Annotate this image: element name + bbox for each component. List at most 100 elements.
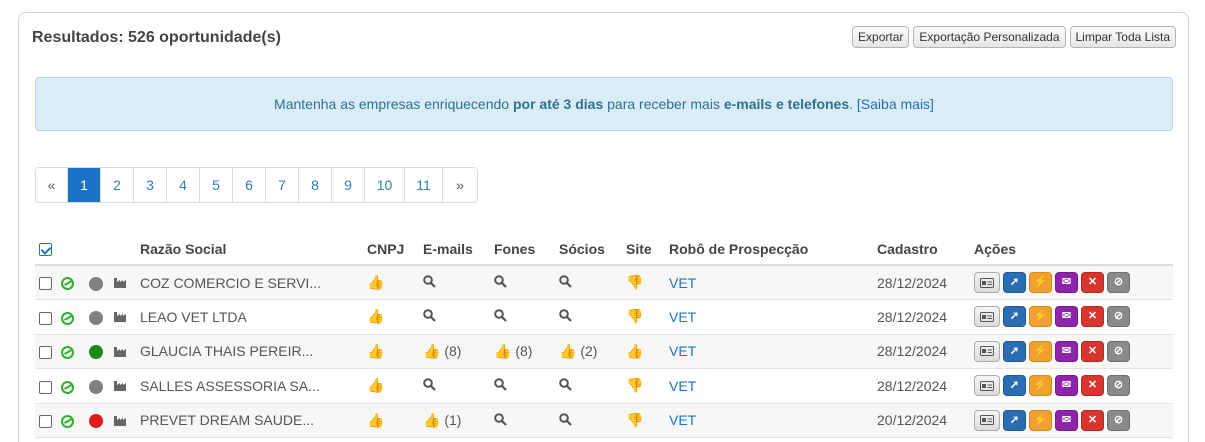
share-icon[interactable]: ➚ [1003,272,1026,293]
pagination-page[interactable]: 3 [134,168,167,202]
id-card-button[interactable] [974,375,1000,397]
bolt-icon[interactable]: ⚡ [1029,340,1052,362]
col-site[interactable]: Site [626,233,669,266]
block-icon[interactable]: ⊘ [1107,306,1130,328]
mail-icon[interactable]: ✉ [1055,409,1078,431]
robot-tag-link[interactable]: VET [669,309,696,325]
block-icon[interactable]: ⊘ [1107,272,1130,293]
row-checkbox[interactable] [39,277,52,291]
emails-cell[interactable] [423,299,494,335]
pagination-page[interactable]: 11 [405,168,443,202]
table-row[interactable]: LEAO VET LTDA 👍 👎 VET 28/12/2024 ➚ ⚡ ✉ ✕ ⊘ [35,299,1173,335]
learn-more-link[interactable]: [Saiba mais] [857,96,934,112]
col-socios[interactable]: Sócios [559,233,626,266]
pagination-next[interactable]: » [443,168,477,202]
fones-cell[interactable] [494,299,559,335]
row-checkbox[interactable] [39,311,52,325]
search-icon[interactable] [494,275,507,291]
block-icon[interactable]: ⊘ [1107,340,1130,362]
fones-cell[interactable]: 👍 (8) [494,334,559,369]
pagination-page[interactable]: 9 [332,168,365,202]
table-row[interactable]: GLAUCIA THAIS PEREIR... 👍 👍 (8) 👍 (8) 👍 (2) 👍… [35,334,1173,369]
company-name[interactable]: COZ COMERCIO E SERVI... [140,265,367,300]
mail-icon[interactable]: ✉ [1055,272,1078,293]
emails-cell[interactable] [423,265,494,300]
pagination-prev[interactable]: « [36,168,68,202]
bolt-icon[interactable]: ⚡ [1029,409,1052,431]
share-icon[interactable]: ➚ [1003,340,1026,362]
socios-cell[interactable] [559,368,626,404]
col-emails[interactable]: E-mails [423,233,494,266]
pagination-page[interactable]: 10 [365,168,405,202]
socios-cell[interactable] [559,265,626,300]
delete-icon[interactable]: ✕ [1081,272,1104,293]
search-icon[interactable] [423,378,436,394]
delete-icon[interactable]: ✕ [1081,306,1104,328]
search-icon[interactable] [559,378,572,394]
search-icon[interactable] [423,275,436,291]
pagination-page[interactable]: 5 [200,168,233,202]
bolt-icon[interactable]: ⚡ [1029,306,1052,328]
search-icon[interactable] [494,309,507,325]
delete-icon[interactable]: ✕ [1081,340,1104,362]
share-icon[interactable]: ➚ [1003,306,1026,328]
row-checkbox[interactable] [39,380,52,394]
search-icon[interactable] [423,309,436,325]
search-icon[interactable] [559,413,572,429]
emails-cell[interactable] [423,368,494,404]
table-row[interactable]: COZ COMERCIO E SERVI... 👍 👎 VET 28/12/2024 ➚ ⚡… [35,265,1173,300]
bolt-icon[interactable]: ⚡ [1029,375,1052,397]
pagination-page[interactable]: 6 [233,168,266,202]
pagination-page[interactable]: 7 [266,168,299,202]
socios-cell[interactable] [559,299,626,335]
col-fones[interactable]: Fones [494,233,559,266]
row-checkbox[interactable] [39,346,52,360]
table-row[interactable]: SALLES ASSESSORIA SA... 👍 👎 VET 28/12/2024 ➚ ⚡… [35,368,1173,404]
row-checkbox[interactable] [39,415,52,429]
id-card-button[interactable] [974,306,1000,328]
robot-tag-link[interactable]: VET [669,275,696,291]
search-icon[interactable] [494,378,507,394]
fones-cell[interactable] [494,403,559,438]
pagination-page[interactable]: 2 [101,168,134,202]
id-card-button[interactable] [974,272,1000,293]
company-name[interactable]: PREVET DREAM SAUDE... [140,403,367,438]
pagination-page[interactable]: 4 [167,168,200,202]
mail-icon[interactable]: ✉ [1055,375,1078,397]
bolt-icon[interactable]: ⚡ [1029,272,1052,293]
search-icon[interactable] [494,413,507,429]
robot-tag-link[interactable]: VET [669,412,696,428]
custom-export-button[interactable]: Exportação Personalizada [913,26,1066,48]
pagination-page[interactable]: 8 [299,168,332,202]
id-card-button[interactable] [974,340,1000,362]
search-icon[interactable] [559,309,572,325]
col-cnpj[interactable]: CNPJ [367,233,423,266]
fones-cell[interactable] [494,265,559,300]
search-icon[interactable] [559,275,572,291]
share-icon[interactable]: ➚ [1003,409,1026,431]
mail-icon[interactable]: ✉ [1055,306,1078,328]
id-card-button[interactable] [974,409,1000,431]
col-robo[interactable]: Robô de Prospecção [669,233,877,266]
export-button[interactable]: Exportar [852,26,910,48]
emails-cell[interactable]: 👍 (8) [423,334,494,369]
pagination-page[interactable]: 1 [68,168,101,202]
share-icon[interactable]: ➚ [1003,375,1026,397]
company-name[interactable]: SALLES ASSESSORIA SA... [140,368,367,404]
col-cadastro[interactable]: Cadastro [877,233,974,266]
col-razao-social[interactable]: Razão Social [140,233,367,266]
delete-icon[interactable]: ✕ [1081,375,1104,397]
company-name[interactable]: LEAO VET LTDA [140,299,367,335]
mail-icon[interactable]: ✉ [1055,340,1078,362]
block-icon[interactable]: ⊘ [1107,409,1130,431]
robot-tag-link[interactable]: VET [669,343,696,359]
socios-cell[interactable] [559,403,626,438]
delete-icon[interactable]: ✕ [1081,409,1104,431]
socios-cell[interactable]: 👍 (2) [559,334,626,369]
select-all-checkbox[interactable] [39,243,52,257]
clear-list-button[interactable]: Limpar Toda Lista [1069,26,1176,48]
robot-tag-link[interactable]: VET [669,378,696,394]
table-row[interactable]: PREVET DREAM SAUDE... 👍 👍 (1) 👎 VET 20/12/202… [35,403,1173,438]
emails-cell[interactable]: 👍 (1) [423,403,494,438]
block-icon[interactable]: ⊘ [1107,375,1130,397]
